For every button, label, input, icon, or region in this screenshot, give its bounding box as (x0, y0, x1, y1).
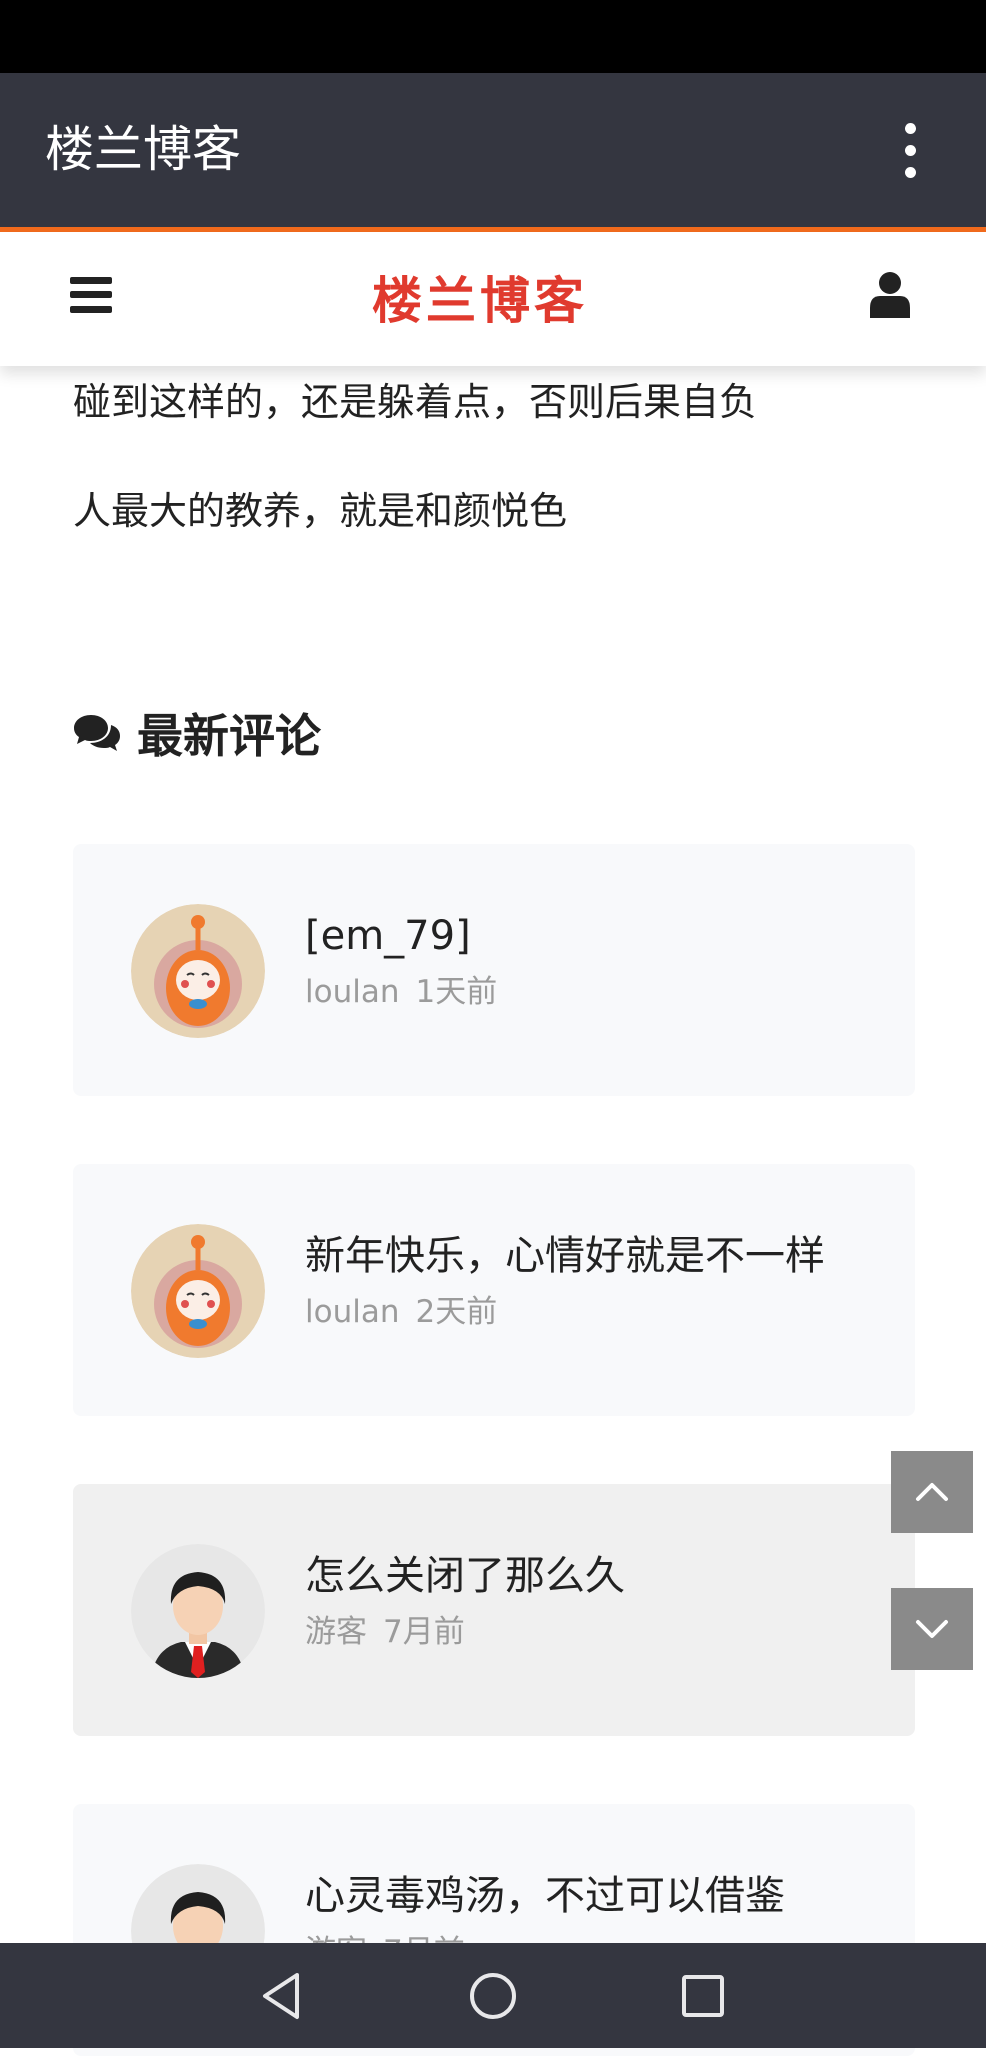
comment-text[interactable]: 怎么关闭了那么久 (305, 1548, 865, 1604)
home-circle-icon[interactable] (468, 1971, 518, 2021)
hamburger-menu-icon[interactable] (70, 277, 112, 313)
comments-icon (74, 715, 120, 751)
comment-card[interactable]: 新年快乐，心情好就是不一样 loulan 2天前 (73, 1164, 915, 1416)
comment-text[interactable]: [em_79] (305, 908, 865, 964)
chevron-down-icon (916, 1620, 948, 1638)
user-icon[interactable] (870, 272, 910, 318)
man-avatar (131, 1544, 265, 1678)
app-title: 楼兰博客 (45, 121, 242, 178)
app-bar: 楼兰博客 (0, 73, 986, 227)
article-paragraph: 人最大的教养，就是和颜悦色 (73, 489, 568, 533)
scroll-down-button[interactable] (891, 1588, 973, 1670)
more-vertical-icon[interactable] (890, 123, 930, 179)
comment-time: 2天前 (415, 1294, 498, 1330)
comment-author: loulan (305, 974, 400, 1010)
recents-square-icon[interactable] (678, 1971, 728, 2021)
robot-avatar (131, 904, 265, 1038)
back-triangle-icon[interactable] (257, 1971, 307, 2021)
comment-meta: loulan 1天前 (305, 970, 497, 1014)
comment-author: 游客 (305, 1614, 367, 1650)
comment-meta: 游客 7月前 (305, 1610, 465, 1654)
robot-avatar (131, 1224, 265, 1358)
section-title: 最新评论 (137, 709, 321, 763)
comment-text[interactable]: 心灵毒鸡汤，不过可以借鉴 (305, 1868, 865, 1924)
comment-meta: loulan 2天前 (305, 1290, 497, 1334)
scroll-up-button[interactable] (891, 1451, 973, 1533)
comment-time: 1天前 (415, 974, 498, 1010)
site-header: 楼兰博客 (0, 232, 986, 366)
comment-text[interactable]: 新年快乐，心情好就是不一样 (305, 1228, 865, 1284)
article-paragraph: 碰到这样的，还是躲着点，否则后果自负 (73, 380, 758, 424)
comment-author: loulan (305, 1294, 400, 1330)
comment-time: 7月前 (383, 1614, 465, 1650)
site-logo[interactable]: 楼兰博客 (372, 266, 612, 336)
comment-card[interactable]: [em_79] loulan 1天前 (73, 844, 915, 1096)
chevron-up-icon (916, 1483, 948, 1501)
system-navigation-bar (0, 1943, 986, 2048)
comment-card[interactable]: 怎么关闭了那么久 游客 7月前 (73, 1484, 915, 1736)
recent-comments-heading: 最新评论 (73, 700, 321, 766)
status-bar (0, 0, 986, 73)
